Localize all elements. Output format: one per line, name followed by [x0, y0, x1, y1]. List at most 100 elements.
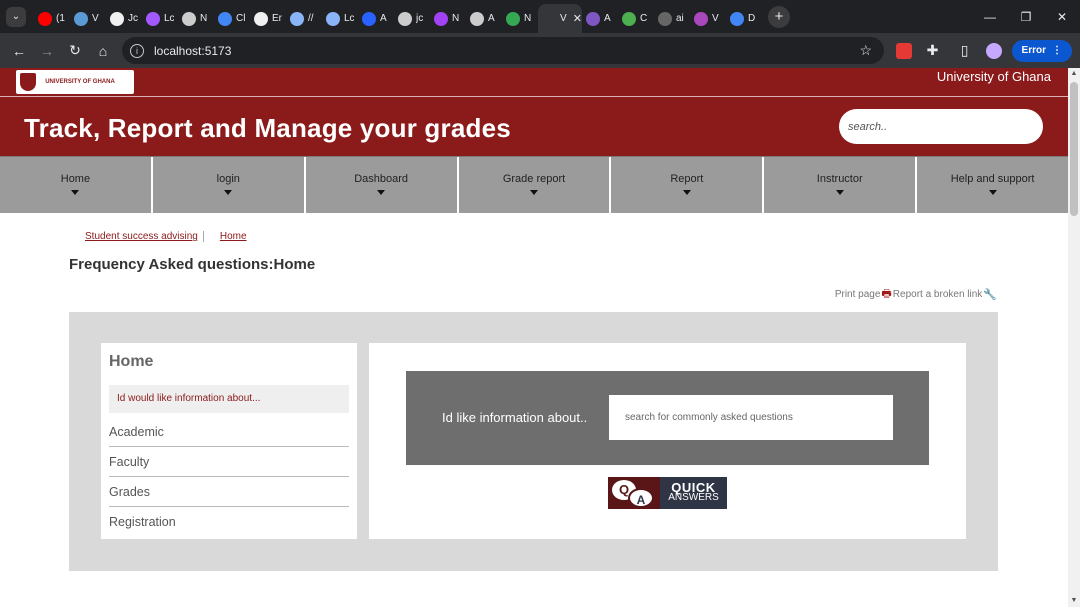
- browser-tab[interactable]: //: [286, 6, 322, 32]
- topic-registration[interactable]: Registration: [109, 507, 349, 537]
- tab-favicon-icon: [586, 11, 600, 26]
- tab-title: Lc: [164, 13, 174, 24]
- main-nav: Home login Dashboard Grade report Report Inst…: [0, 156, 1068, 213]
- browser-tab[interactable]: Jc: [106, 6, 142, 32]
- topics-hint: Id would like information about...: [109, 385, 349, 413]
- caret-down-icon: [377, 190, 386, 195]
- tab-title: //: [308, 13, 314, 24]
- nav-item-label: Help and support: [950, 173, 1035, 185]
- report-broken-link[interactable]: Report a broken link: [893, 289, 983, 300]
- reload-icon[interactable]: ↻: [64, 42, 86, 59]
- tab-title: D: [748, 13, 756, 24]
- nav-item-label: Grade report: [502, 173, 566, 185]
- browser-tabbar: ⌄ (1 V Jc Lc N Cl Er//Lc Ajc N A N V ✕ A Cai V D + — ❐ ✕: [0, 0, 1080, 33]
- printer-icon[interactable]: 🖶: [881, 285, 891, 304]
- nav-item-instructor[interactable]: Instructor: [764, 157, 918, 213]
- tab-favicon-icon: [218, 11, 232, 26]
- nav-item-grade-report[interactable]: Grade report: [459, 157, 612, 213]
- nav-item-login[interactable]: login: [153, 157, 306, 213]
- browser-tab[interactable]: D: [726, 6, 762, 32]
- quick-answers-button[interactable]: Q A QUICK ANSWERS: [608, 477, 727, 509]
- bookmark-star-icon[interactable]: ☆: [859, 42, 872, 59]
- tab-favicon-icon: [254, 11, 268, 26]
- topic-academic[interactable]: Academic: [109, 417, 349, 447]
- address-bar[interactable]: i localhost:5173 ☆: [122, 37, 884, 64]
- browser-tab[interactable]: A: [582, 6, 618, 32]
- tab-favicon-icon: [146, 11, 160, 26]
- browser-tab[interactable]: Lc: [322, 6, 358, 32]
- browser-tab[interactable]: A: [466, 6, 502, 32]
- side-panel-icon[interactable]: ▯: [954, 42, 976, 59]
- error-label: Error: [1021, 45, 1046, 56]
- forward-icon[interactable]: →: [36, 43, 58, 59]
- error-button[interactable]: Error ⋮: [1011, 39, 1072, 62]
- tab-favicon-icon: [434, 11, 448, 26]
- topics-card: Home Id would like information about... …: [101, 343, 357, 539]
- tab-favicon-icon: [622, 11, 636, 26]
- breadcrumb: Student success advising Home: [85, 231, 247, 242]
- page-title: Frequency Asked questions:Home: [69, 256, 316, 273]
- new-tab-button[interactable]: +: [768, 5, 790, 28]
- browser-tab[interactable]: (1: [34, 6, 70, 32]
- site-info-icon[interactable]: i: [130, 43, 144, 58]
- browser-tab[interactable]: A: [358, 6, 394, 32]
- window-controls: — ❐ ✕: [972, 0, 1080, 33]
- crest-icon: [20, 73, 36, 91]
- topic-grades[interactable]: Grades: [109, 477, 349, 507]
- scroll-thumb[interactable]: [1070, 82, 1078, 216]
- minimize-icon[interactable]: —: [972, 0, 1008, 33]
- site-search-input[interactable]: [839, 109, 1043, 144]
- tab-title: jc: [416, 13, 424, 24]
- tab-close-icon[interactable]: ✕: [573, 12, 582, 25]
- profile-avatar[interactable]: [985, 42, 1002, 59]
- tab-search-button[interactable]: ⌄: [6, 6, 26, 27]
- faq-search-box: Id like information about..: [406, 371, 929, 465]
- tab-favicon-icon: [658, 11, 672, 26]
- browser-tab[interactable]: C: [618, 6, 654, 32]
- nav-item-dashboard[interactable]: Dashboard: [306, 157, 459, 213]
- browser-tab[interactable]: N: [502, 6, 538, 32]
- nav-item-label: Report: [670, 173, 704, 185]
- scroll-down-icon[interactable]: ▼: [1068, 595, 1080, 607]
- tab-favicon-icon: [542, 11, 556, 26]
- tab-favicon-icon: [694, 11, 708, 26]
- nav-item-home[interactable]: Home: [0, 157, 153, 213]
- print-page-link[interactable]: Print page: [835, 289, 881, 300]
- browser-tab-active[interactable]: V ✕: [538, 4, 582, 33]
- back-icon[interactable]: ←: [8, 43, 30, 59]
- caret-down-icon: [71, 190, 80, 195]
- breadcrumb-separator: [202, 231, 204, 242]
- page-scrollbar[interactable]: ▲ ▼: [1068, 68, 1080, 607]
- home-icon[interactable]: ⌂: [92, 43, 114, 59]
- browser-tab[interactable]: V: [70, 6, 106, 32]
- topic-faculty[interactable]: Faculty: [109, 447, 349, 477]
- page-viewport: UNIVERSITY OF GHANA University of Ghana …: [0, 68, 1068, 607]
- tab-title: Cl: [236, 13, 246, 24]
- faq-search-input[interactable]: [609, 395, 893, 440]
- browser-tab[interactable]: Er: [250, 6, 286, 32]
- tab-title: Jc: [128, 13, 138, 24]
- close-window-icon[interactable]: ✕: [1044, 0, 1080, 33]
- extension-icon[interactable]: [895, 42, 912, 59]
- toolbar-extensions: ✚ ▯ Error ⋮: [895, 39, 1072, 62]
- topics-title: Home: [109, 353, 154, 370]
- browser-tab[interactable]: jc: [394, 6, 430, 32]
- browser-tab[interactable]: V: [690, 6, 726, 32]
- breadcrumb-home[interactable]: Home: [220, 231, 247, 242]
- restore-icon[interactable]: ❐: [1008, 0, 1044, 33]
- breadcrumb-student-success[interactable]: Student success advising: [85, 231, 198, 242]
- nav-item-report[interactable]: Report: [611, 157, 765, 213]
- tab-title: A: [488, 13, 495, 24]
- browser-tab[interactable]: N: [430, 6, 466, 32]
- browser-tab[interactable]: N: [178, 6, 214, 32]
- browser-tab[interactable]: Cl: [214, 6, 250, 32]
- nav-item-help-and-support[interactable]: Help and support: [917, 157, 1068, 213]
- browser-toolbar: ← → ↻ ⌂ i localhost:5173 ☆ ✚ ▯ Error ⋮: [0, 33, 1080, 68]
- university-logo[interactable]: UNIVERSITY OF GHANA: [16, 70, 134, 94]
- browser-tab[interactable]: Lc: [142, 6, 178, 32]
- a-bubble: A: [628, 488, 654, 508]
- extensions-puzzle-icon[interactable]: ✚: [922, 42, 944, 59]
- scroll-up-icon[interactable]: ▲: [1068, 68, 1080, 80]
- browser-tab[interactable]: ai: [654, 6, 690, 32]
- qa-bubbles-icon: Q A: [608, 477, 660, 509]
